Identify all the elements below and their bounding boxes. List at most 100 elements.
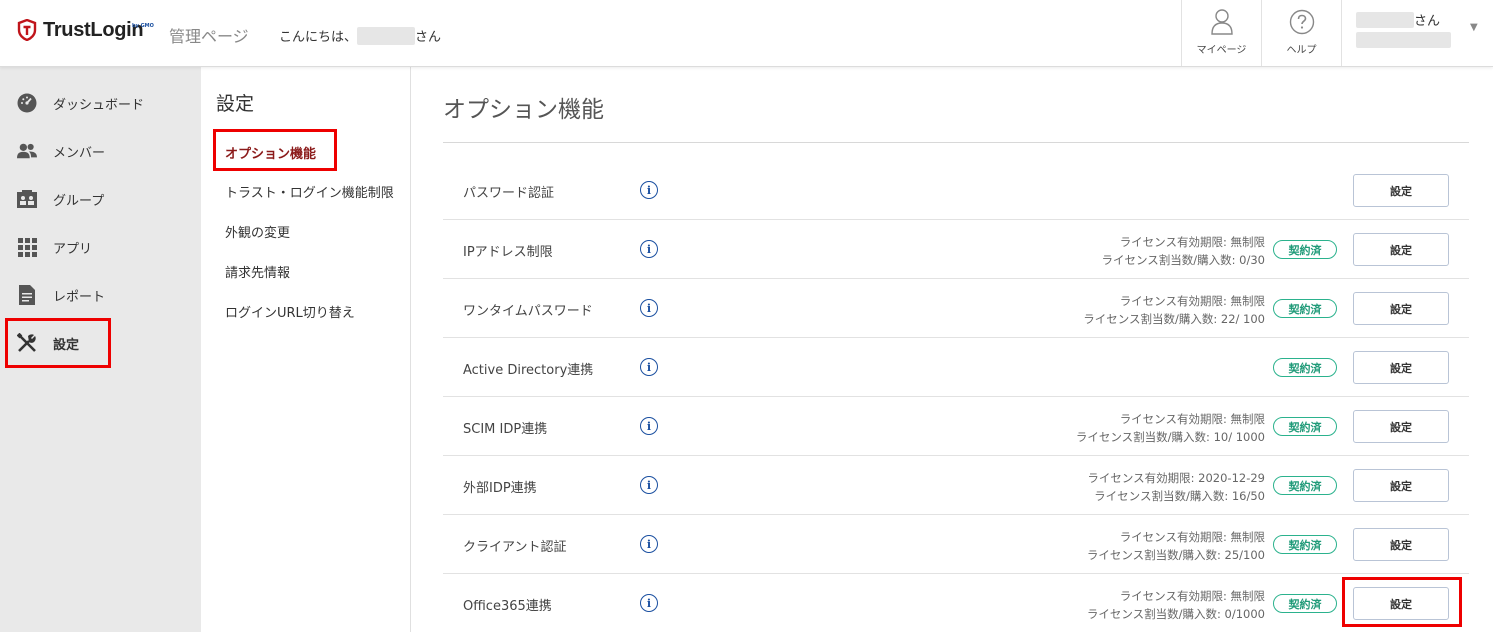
license-expiry: ライセンス有効期限: 無制限 bbox=[1119, 294, 1265, 308]
sidebar-item-label: グループ bbox=[53, 193, 105, 209]
page-title: オプション機能 bbox=[443, 97, 604, 123]
grid-icon bbox=[17, 237, 37, 257]
redacted-user-org bbox=[1356, 32, 1451, 48]
option-row-external-idp: 外部IDP連携 i ライセンス有効期限: 2020-12-29 ライセンス割当数… bbox=[443, 456, 1469, 515]
gauge-icon bbox=[17, 93, 37, 113]
option-name: ワンタイムパスワード bbox=[463, 304, 593, 319]
top-header: TrustLogin by GMO 管理ページ こんにちは、 さん マイページ … bbox=[0, 0, 1493, 67]
sidebar-item-groups[interactable]: グループ bbox=[0, 177, 201, 221]
license-expiry: ライセンス有効期限: 2020-12-29 bbox=[1087, 471, 1265, 485]
sidebar-item-reports[interactable]: レポート bbox=[0, 273, 201, 317]
subnav-title: 設定 bbox=[216, 93, 255, 115]
option-row-otp: ワンタイムパスワード i ライセンス有効期限: 無制限 ライセンス割当数/購入数… bbox=[443, 279, 1469, 338]
contracted-badge: 契約済 bbox=[1273, 417, 1337, 436]
user-menu[interactable]: さん ▼ bbox=[1341, 0, 1493, 66]
option-name: IPアドレス制限 bbox=[463, 245, 553, 260]
mypage-label: マイページ bbox=[1196, 45, 1247, 56]
group-icon bbox=[17, 189, 37, 209]
license-expiry: ライセンス有効期限: 無制限 bbox=[1119, 412, 1265, 426]
trustlogin-logo[interactable]: TrustLogin bbox=[17, 14, 144, 46]
greeting-suffix: さん bbox=[415, 30, 442, 45]
help-label: ヘルプ bbox=[1286, 45, 1317, 56]
sidebar-item-label: アプリ bbox=[53, 241, 93, 257]
option-name: Office365連携 bbox=[463, 599, 552, 614]
settings-button[interactable]: 設定 bbox=[1353, 233, 1449, 266]
option-name: 外部IDP連携 bbox=[463, 481, 537, 496]
logo-sub: by GMO bbox=[132, 23, 154, 29]
sidebar-item-dashboard[interactable]: ダッシュボード bbox=[0, 81, 201, 125]
subnav-item-restrictions[interactable]: トラスト・ログイン機能制限 bbox=[225, 182, 394, 201]
settings-button[interactable]: 設定 bbox=[1353, 174, 1449, 207]
info-icon[interactable]: i bbox=[640, 299, 658, 317]
highlight-box-office365-button bbox=[1342, 577, 1462, 627]
license-count: ライセンス割当数/購入数: 25/100 bbox=[1086, 548, 1265, 562]
sidebar-item-label: メンバー bbox=[53, 145, 106, 161]
option-name: SCIM IDP連携 bbox=[463, 422, 548, 437]
info-icon[interactable]: i bbox=[640, 240, 658, 258]
info-icon[interactable]: i bbox=[640, 181, 658, 199]
license-count: ライセンス割当数/購入数: 10/ 1000 bbox=[1075, 430, 1265, 444]
sidebar-item-members[interactable]: メンバー bbox=[0, 129, 201, 173]
contracted-badge: 契約済 bbox=[1273, 535, 1337, 554]
greeting: こんにちは、 さん bbox=[279, 26, 441, 45]
shield-logo-icon bbox=[17, 19, 37, 41]
greeting-prefix: こんにちは、 bbox=[279, 30, 358, 45]
admin-page-label: 管理ページ bbox=[169, 27, 249, 46]
sidebar-item-apps[interactable]: アプリ bbox=[0, 225, 201, 269]
license-expiry: ライセンス有効期限: 無制限 bbox=[1119, 530, 1265, 544]
user-suffix: さん bbox=[1414, 14, 1441, 29]
option-row-scim-idp: SCIM IDP連携 i ライセンス有効期限: 無制限 ライセンス割当数/購入数… bbox=[443, 397, 1469, 456]
redacted-user-name bbox=[1356, 11, 1414, 28]
license-count: ライセンス割当数/購入数: 0/30 bbox=[1101, 253, 1266, 267]
option-name: Active Directory連携 bbox=[463, 363, 594, 378]
title-divider bbox=[443, 142, 1469, 143]
option-row-ip-restriction: IPアドレス制限 i ライセンス有効期限: 無制限 ライセンス割当数/購入数: … bbox=[443, 220, 1469, 279]
option-row-office365: Office365連携 i ライセンス有効期限: 無制限 ライセンス割当数/購入… bbox=[443, 574, 1469, 633]
settings-button[interactable]: 設定 bbox=[1353, 410, 1449, 443]
mypage-button[interactable]: マイページ bbox=[1181, 0, 1261, 66]
license-info: ライセンス有効期限: 無制限 ライセンス割当数/購入数: 0/30 bbox=[1102, 233, 1266, 269]
option-row-password-auth: パスワード認証 i 設定 bbox=[443, 161, 1469, 220]
subnav-item-appearance[interactable]: 外観の変更 bbox=[225, 222, 290, 241]
license-info: ライセンス有効期限: 無制限 ライセンス割当数/購入数: 22/ 100 bbox=[1083, 292, 1265, 328]
settings-button[interactable]: 設定 bbox=[1353, 351, 1449, 384]
settings-button[interactable]: 設定 bbox=[1353, 469, 1449, 502]
contracted-badge: 契約済 bbox=[1273, 299, 1337, 318]
contracted-badge: 契約済 bbox=[1273, 476, 1337, 495]
info-icon[interactable]: i bbox=[640, 358, 658, 376]
help-button[interactable]: ヘルプ bbox=[1261, 0, 1341, 66]
license-info: ライセンス有効期限: 2020-12-29 ライセンス割当数/購入数: 16/5… bbox=[1087, 469, 1265, 505]
subnav-item-billing[interactable]: 請求先情報 bbox=[225, 262, 290, 281]
highlight-box-options bbox=[213, 129, 337, 171]
info-icon[interactable]: i bbox=[640, 417, 658, 435]
option-name: クライアント認証 bbox=[463, 540, 567, 555]
contracted-badge: 契約済 bbox=[1273, 594, 1337, 613]
info-icon[interactable]: i bbox=[640, 476, 658, 494]
license-info: ライセンス有効期限: 無制限 ライセンス割当数/購入数: 10/ 1000 bbox=[1076, 410, 1265, 446]
license-count: ライセンス割当数/購入数: 16/50 bbox=[1094, 489, 1265, 503]
highlight-box-settings bbox=[5, 318, 111, 368]
document-icon bbox=[17, 285, 37, 305]
contracted-badge: 契約済 bbox=[1273, 358, 1337, 377]
settings-button[interactable]: 設定 bbox=[1353, 292, 1449, 325]
logo-text: TrustLogin bbox=[43, 18, 144, 41]
person-icon bbox=[1210, 9, 1233, 35]
contracted-badge: 契約済 bbox=[1273, 240, 1337, 259]
option-name: パスワード認証 bbox=[463, 186, 555, 201]
info-icon[interactable]: i bbox=[640, 594, 658, 612]
sidebar-item-label: ダッシュボード bbox=[53, 97, 145, 113]
user-name: さん bbox=[1356, 10, 1440, 29]
license-expiry: ライセンス有効期限: 無制限 bbox=[1119, 235, 1265, 249]
chevron-down-icon[interactable]: ▼ bbox=[1470, 22, 1478, 33]
sidebar-item-label: レポート bbox=[53, 289, 106, 305]
license-info: ライセンス有効期限: 無制限 ライセンス割当数/購入数: 0/1000 bbox=[1087, 587, 1265, 623]
license-count: ライセンス割当数/購入数: 0/1000 bbox=[1086, 607, 1265, 621]
license-expiry: ライセンス有効期限: 無制限 bbox=[1119, 589, 1265, 603]
settings-button[interactable]: 設定 bbox=[1353, 528, 1449, 561]
subnav-item-login-url[interactable]: ログインURL切り替え bbox=[225, 302, 355, 321]
info-icon[interactable]: i bbox=[640, 535, 658, 553]
license-count: ライセンス割当数/購入数: 22/ 100 bbox=[1083, 312, 1265, 326]
option-row-active-directory: Active Directory連携 i 契約済 設定 bbox=[443, 338, 1469, 397]
users-icon bbox=[17, 141, 37, 161]
license-info: ライセンス有効期限: 無制限 ライセンス割当数/購入数: 25/100 bbox=[1087, 528, 1265, 564]
